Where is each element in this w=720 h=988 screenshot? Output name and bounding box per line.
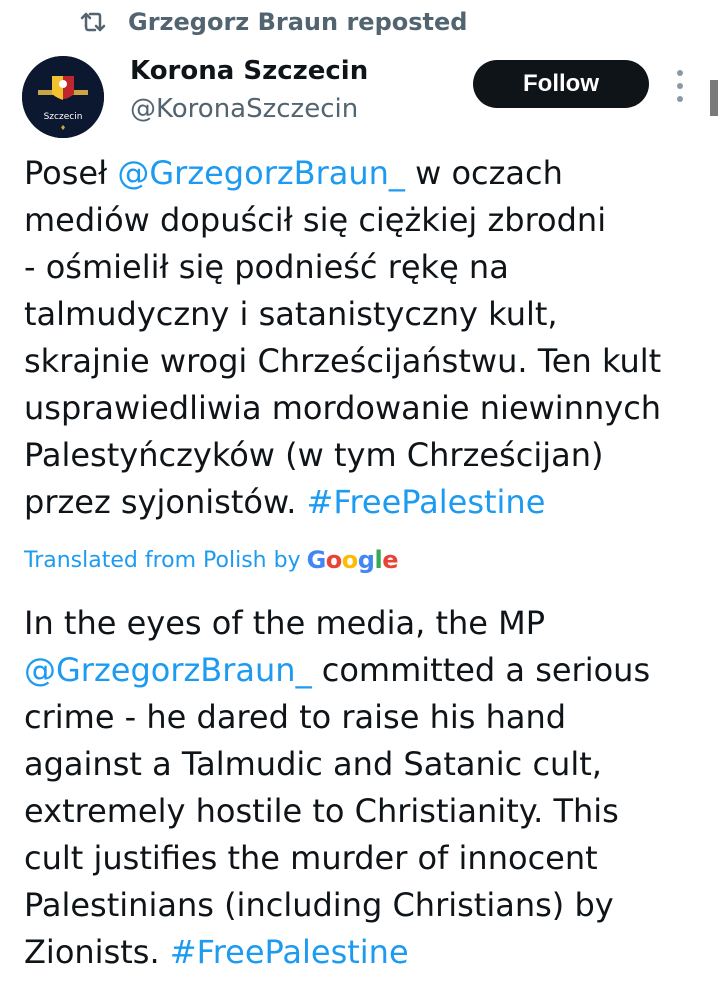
author-handle[interactable]: @KoronaSzczecin <box>130 94 358 124</box>
tweet-text-translation: In the eyes of the media, the MP @Grzego… <box>24 600 704 976</box>
tweet-text-original: Poseł @GrzegorzBraun_ w oczach mediów do… <box>24 150 704 526</box>
avatar-text: Szczecin <box>44 112 83 122</box>
text-line: usprawiedliwia mordowanie niewinnych <box>24 389 662 427</box>
text-segment: Zionists. <box>24 933 170 971</box>
text-segment: committed a serious <box>311 651 651 689</box>
repost-text[interactable]: Grzegorz Braun reposted <box>128 8 467 36</box>
follow-button[interactable]: Follow <box>473 60 649 108</box>
hashtag-link[interactable]: #FreePalestine <box>170 933 409 971</box>
more-vertical-icon[interactable] <box>672 70 688 102</box>
repost-context[interactable]: Grzegorz Braun reposted <box>80 6 467 38</box>
text-line: cult justifies the murder of innocent <box>24 839 598 877</box>
google-logo-icon: Google <box>306 546 399 574</box>
author-name[interactable]: Korona Szczecin <box>130 56 368 86</box>
text-line: extremely hostile to Christianity. This <box>24 792 619 830</box>
text-line: Palestyńczyków (w tym Chrześcijan) <box>24 436 604 474</box>
svg-text:♦: ♦ <box>60 124 66 132</box>
text-line: against a Talmudic and Satanic cult, <box>24 745 602 783</box>
repost-icon <box>80 11 106 33</box>
text-segment: Poseł <box>24 154 118 192</box>
text-line: skrajnie wrogi Chrześcijaństwu. Ten kult <box>24 342 662 380</box>
scrollbar[interactable] <box>710 80 718 116</box>
text-line: In the eyes of the media, the MP <box>24 604 546 642</box>
translated-by-label[interactable]: Translated from Polish by Google <box>24 543 398 577</box>
text-line: Palestinians (including Christians) by <box>24 886 614 924</box>
text-line: crime - he dared to raise his hand <box>24 698 567 736</box>
text-segment: przez syjonistów. <box>24 483 307 521</box>
text-segment: w oczach <box>404 154 563 192</box>
translated-by-text: Translated from Polish by <box>24 547 301 573</box>
text-line: talmudyczny i satanistyczny kult, <box>24 295 558 333</box>
mention-link[interactable]: @GrzegorzBraun_ <box>117 154 405 192</box>
hashtag-link[interactable]: #FreePalestine <box>307 483 546 521</box>
text-line: mediów dopuścił się ciężkiej zbrodni <box>24 201 607 239</box>
text-line: - ośmielił się podnieść rękę na <box>24 248 509 286</box>
mention-link[interactable]: @GrzegorzBraun_ <box>24 651 312 689</box>
avatar[interactable]: Szczecin ♦ <box>22 56 104 138</box>
